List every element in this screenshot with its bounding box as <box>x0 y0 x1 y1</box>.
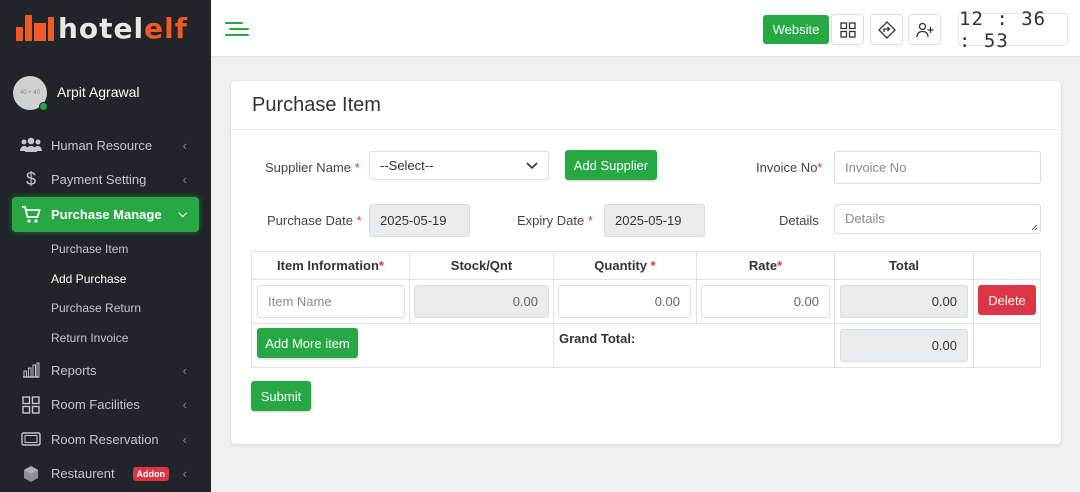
sidebar-subitem-return-invoice[interactable]: Return Invoice <box>0 323 211 353</box>
bar-chart-icon <box>20 361 42 379</box>
table-header-row: Item Information* Stock/Qnt Quantity * R… <box>251 251 1041 280</box>
sidebar-item-label: Room Reservation <box>51 431 159 447</box>
expiry-date-input[interactable]: 2025-05-19 <box>604 204 705 237</box>
table-cell: Add More item <box>251 323 554 368</box>
add-user-icon[interactable] <box>908 14 941 45</box>
reservation-icon <box>20 430 42 448</box>
column-header-actions <box>973 251 1041 280</box>
card-header: Purchase Item <box>231 81 1061 130</box>
sidebar-item-restaurent[interactable]: Restaurent Addon ‹ <box>0 456 211 491</box>
chevron-left-icon: ‹ <box>182 137 187 153</box>
user-name: Arpit Agrawal <box>57 84 140 100</box>
brand-logo[interactable]: hotelelf <box>0 0 211 56</box>
brand-name: hotelelf <box>58 11 188 45</box>
table-cell: Grand Total: <box>553 323 835 368</box>
sidebar-item-label: Purchase Manage <box>51 207 162 222</box>
cart-icon <box>20 205 42 224</box>
rate-input[interactable]: 0.00 <box>701 285 830 318</box>
sidebar-item-label: Reports <box>51 362 97 378</box>
cube-icon <box>20 465 42 483</box>
supplier-select-value: --Select-- <box>380 158 434 173</box>
grand-total-label: Grand Total: <box>559 331 636 346</box>
total-input: 0.00 <box>840 285 968 318</box>
menu-toggle-icon[interactable] <box>225 20 249 38</box>
details-textarea[interactable]: Details <box>834 204 1041 234</box>
grand-total-input: 0.00 <box>840 329 968 362</box>
chevron-left-icon: ‹ <box>182 362 187 378</box>
chevron-left-icon: ‹ <box>182 397 187 412</box>
table-cell <box>973 323 1041 368</box>
sidebar-item-purchase-manage[interactable]: Purchase Manage ⌵ <box>12 197 199 232</box>
table-cell: 0.00 <box>834 279 974 324</box>
sidebar-item-label: Payment Setting <box>51 172 147 188</box>
sidebar-item-label: Room Facilities <box>51 397 140 412</box>
sidebar-item-reports[interactable]: Reports ‹ <box>0 353 211 388</box>
grid-icon <box>20 395 42 414</box>
dollar-icon: $ <box>25 169 36 190</box>
chevron-down-icon: ⌵ <box>178 208 187 220</box>
page-title: Purchase Item <box>252 93 381 116</box>
table-cell: 0.00 <box>553 279 697 324</box>
table-footer-row: Add More item Grand Total: 0.00 <box>251 323 1041 368</box>
item-name-input[interactable]: Item Name <box>257 285 405 318</box>
sidebar-item-room-reservation[interactable]: Room Reservation ‹ <box>0 422 211 457</box>
submit-button[interactable]: Submit <box>251 381 311 411</box>
column-header: Rate* <box>696 251 835 280</box>
column-header: Stock/Qnt <box>409 251 554 280</box>
details-label: Details <box>779 213 819 228</box>
stock-qnt-input: 0.00 <box>414 285 549 318</box>
add-supplier-button[interactable]: Add Supplier <box>565 150 657 180</box>
supplier-name-label: Supplier Name * <box>265 160 360 175</box>
directions-icon[interactable] <box>870 14 903 45</box>
resize-handle-icon[interactable] <box>1031 224 1038 231</box>
sidebar-nav: Human Resource ‹ $ Payment Setting ‹ Pur… <box>0 128 211 491</box>
user-panel[interactable]: 40 × 40 Arpit Agrawal <box>0 58 211 128</box>
sidebar-subitem-purchase-return[interactable]: Purchase Return <box>0 293 211 323</box>
table-cell: 0.00 <box>834 323 974 368</box>
sidebar-subitem-add-purchase[interactable]: Add Purchase <box>0 264 211 294</box>
topbar: Website 12 : 36 : 53 <box>211 0 1080 57</box>
chevron-down-icon <box>526 158 538 173</box>
sidebar-subitem-purchase-item[interactable]: Purchase Item <box>0 234 211 264</box>
chevron-left-icon: ‹ <box>182 172 187 188</box>
items-table: Item Information* Stock/Qnt Quantity * R… <box>251 251 1041 368</box>
sidebar-item-label: Restaurent <box>51 466 115 481</box>
chevron-left-icon: ‹ <box>182 466 187 481</box>
chevron-left-icon: ‹ <box>182 431 187 447</box>
add-more-item-button[interactable]: Add More item <box>257 328 358 358</box>
sidebar-item-room-facilities[interactable]: Room Facilities ‹ <box>0 387 211 422</box>
details-placeholder: Details <box>845 211 885 226</box>
table-cell: 0.00 <box>409 279 554 324</box>
table-cell: Delete <box>973 279 1041 324</box>
table-row: Item Name 0.00 0.00 0.00 0.00 Delete <box>251 279 1041 324</box>
invoice-no-label: Invoice No* <box>756 160 823 175</box>
hotel-logo-icon <box>16 15 54 41</box>
online-status-icon <box>39 102 48 111</box>
addon-badge: Addon <box>132 466 169 481</box>
clock: 12 : 36 : 53 <box>958 8 1068 52</box>
sidebar-item-human-resource[interactable]: Human Resource ‹ <box>0 128 211 163</box>
sidebar-item-payment-setting[interactable]: $ Payment Setting ‹ <box>0 163 211 198</box>
purchase-date-input[interactable]: 2025-05-19 <box>369 204 470 237</box>
column-header: Item Information* <box>251 251 410 280</box>
purchase-card: Purchase Item Supplier Name * --Select--… <box>231 81 1061 444</box>
sidebar-item-label: Human Resource <box>51 137 153 153</box>
supplier-select[interactable]: --Select-- <box>369 151 549 180</box>
delete-row-button[interactable]: Delete <box>978 285 1036 315</box>
table-cell: 0.00 <box>696 279 835 324</box>
expiry-date-label: Expiry Date * <box>517 213 593 228</box>
column-header: Total <box>834 251 974 280</box>
purchase-date-label: Purchase Date * <box>267 213 362 228</box>
column-header: Quantity * <box>553 251 697 280</box>
table-cell: Item Name <box>251 279 410 324</box>
quantity-input[interactable]: 0.00 <box>558 285 691 318</box>
sidebar: hotelelf 40 × 40 Arpit Agrawal Human Res… <box>0 0 211 492</box>
invoice-no-input[interactable]: Invoice No <box>834 151 1041 184</box>
avatar: 40 × 40 <box>13 76 48 111</box>
apps-grid-icon[interactable] <box>831 14 864 45</box>
users-icon <box>20 136 42 154</box>
website-button[interactable]: Website <box>763 15 829 44</box>
